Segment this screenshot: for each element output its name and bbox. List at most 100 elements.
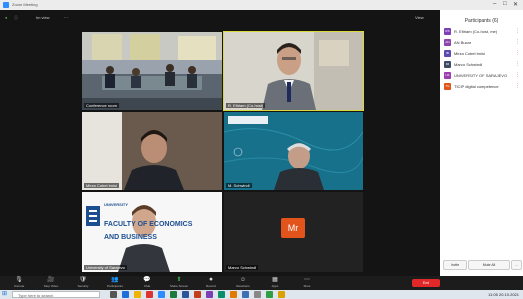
participant-row[interactable]: RS R. Eltriam (Co-host, me) ⋮ bbox=[444, 28, 520, 35]
security-button[interactable]: 🛡 Security bbox=[68, 277, 98, 289]
participant-row[interactable]: TG TICIP digital competence ⋮ bbox=[444, 83, 520, 90]
microphone-icon: 🎙 bbox=[15, 277, 23, 283]
mic-muted-icon[interactable]: ⋮ bbox=[515, 61, 520, 67]
participant-name: R. Eltriam (Co-host, me) bbox=[454, 29, 498, 34]
app-icon[interactable] bbox=[266, 291, 273, 298]
unmute-button[interactable]: 🎙 Unmute bbox=[4, 277, 34, 289]
tray-time: 11:05 bbox=[488, 292, 498, 297]
tile-name-label: Conference room bbox=[84, 103, 119, 108]
mute-all-button[interactable]: Mute All bbox=[468, 260, 510, 270]
end-meeting-button[interactable]: End bbox=[412, 279, 440, 287]
app-icon[interactable] bbox=[218, 291, 225, 298]
participant-avatar: RS bbox=[444, 28, 451, 35]
word-app-icon[interactable] bbox=[182, 291, 189, 298]
taskbar-search-input[interactable]: Type here to search bbox=[12, 291, 100, 298]
meeting-controls-bar: 🎙 Unmute 🎥 Stop Video 🛡 Security 👥 Participa… bbox=[0, 276, 523, 290]
reactions-icon: ☺ bbox=[239, 277, 247, 283]
video-tile-host[interactable]: R. Eltriam (Co-host) bbox=[223, 31, 364, 111]
minimize-icon[interactable]: – bbox=[493, 1, 496, 7]
mic-muted-icon[interactable]: ⋮ bbox=[515, 39, 520, 45]
chat-label: Chat bbox=[143, 284, 151, 288]
more-label: More bbox=[303, 284, 311, 288]
security-label: Security bbox=[77, 284, 89, 288]
camera-icon: 🎥 bbox=[47, 277, 55, 283]
tile-name-label: Mirza Cobet bnisi bbox=[84, 183, 119, 188]
powerpoint-app-icon[interactable] bbox=[194, 291, 201, 298]
system-tray: 11:05 20.10.2021 bbox=[488, 291, 519, 298]
participant-video-image bbox=[224, 112, 363, 190]
video-tile-participant[interactable]: Mirza Cobet bnisi bbox=[82, 112, 222, 190]
video-gallery: Conference room R. Eltriam (Co-host) Mir… bbox=[0, 26, 440, 276]
participants-panel-title: Participants (6) bbox=[464, 18, 499, 24]
view-button[interactable]: View bbox=[415, 15, 424, 20]
video-tile-participant[interactable]: UNIVERSITY FACULTY OF ECONOMICS AND BUSI… bbox=[82, 192, 222, 272]
shield-icon: 🛡 bbox=[79, 277, 87, 283]
participant-name: TICIP digital competence bbox=[454, 84, 499, 89]
video-tile-room[interactable]: Conference room bbox=[82, 32, 222, 110]
zoom-app-icon[interactable] bbox=[158, 291, 165, 298]
options-icon[interactable]: ⋯ bbox=[64, 15, 68, 20]
participant-row[interactable]: UK UNIVERSITY OF SARAJEVO ⋮ bbox=[444, 72, 520, 79]
more-button[interactable]: ⋯ More bbox=[292, 277, 322, 289]
chrome-browser-icon[interactable] bbox=[146, 291, 153, 298]
participant-avatar: TG bbox=[444, 83, 451, 90]
close-icon[interactable]: ✕ bbox=[513, 1, 518, 8]
participant-initials-avatar: Mr bbox=[281, 218, 305, 238]
participants-icon: 👥 bbox=[111, 277, 119, 283]
participant-avatar: MI bbox=[444, 61, 451, 68]
participants-panel: Participants (6) RS R. Eltriam (Co-host,… bbox=[440, 10, 523, 276]
app-icon[interactable] bbox=[278, 291, 285, 298]
app-icon[interactable] bbox=[230, 291, 237, 298]
view-mode-label[interactable]: Im view bbox=[36, 15, 50, 20]
more-icon: ⋯ bbox=[304, 277, 310, 283]
stop-video-button[interactable]: 🎥 Stop Video bbox=[36, 277, 66, 289]
task-view-icon[interactable] bbox=[110, 291, 117, 298]
mic-muted-icon[interactable]: ⋮ bbox=[515, 83, 520, 89]
room-video-image bbox=[82, 32, 222, 110]
participant-row[interactable]: AN AN Bucar ⋮ bbox=[444, 39, 520, 46]
file-explorer-icon[interactable] bbox=[134, 291, 141, 298]
participant-row[interactable]: IB Mirza Cobet bnisi ⋮ bbox=[444, 50, 520, 57]
encryption-shield-icon[interactable]: ● bbox=[5, 15, 7, 20]
app-icon[interactable] bbox=[242, 291, 249, 298]
app-icon[interactable] bbox=[254, 291, 261, 298]
mic-muted-icon[interactable]: ⋮ bbox=[515, 50, 520, 56]
participants-label: Participants bbox=[107, 284, 123, 288]
chat-icon: 💬 bbox=[143, 277, 151, 283]
share-screen-icon: ⬆ bbox=[176, 277, 182, 283]
apps-button[interactable]: ▦ Apps bbox=[260, 277, 290, 289]
chat-button[interactable]: 💬 Chat bbox=[132, 277, 162, 289]
video-tile-avatar[interactable]: Mr Marco Schwindl bbox=[224, 192, 363, 272]
zoom-logo-icon bbox=[3, 2, 9, 8]
participant-name: AN Bucar bbox=[454, 40, 472, 45]
excel-app-icon[interactable] bbox=[170, 291, 177, 298]
participant-name: Mirza Cobet bnisi bbox=[454, 51, 485, 56]
participant-name: UNIVERSITY OF SARAJEVO bbox=[454, 73, 508, 78]
mic-muted-icon[interactable]: ⋮ bbox=[515, 28, 520, 34]
windows-start-icon[interactable]: ⊞ bbox=[2, 291, 9, 298]
record-button[interactable]: ⏺ Record bbox=[196, 277, 226, 289]
record-icon: ⏺ bbox=[209, 277, 213, 283]
video-tile-participant[interactable]: M. Schwindl bbox=[224, 112, 363, 190]
share-screen-button[interactable]: ⬆ Share Screen bbox=[164, 277, 194, 289]
participant-row[interactable]: MI Marco Schwindl ⋮ bbox=[444, 61, 520, 68]
meeting-info-icon[interactable]: ⓘ bbox=[14, 15, 18, 20]
reactions-button[interactable]: ☺ Reactions bbox=[228, 277, 258, 289]
share-screen-label: Share Screen bbox=[169, 284, 189, 288]
participant-avatar: AN bbox=[444, 39, 451, 46]
tile-name-label: University of Sarajevo bbox=[84, 265, 127, 270]
tile-name-label: M. Schwindl bbox=[226, 183, 252, 188]
reactions-label: Reactions bbox=[236, 284, 250, 288]
maximize-icon[interactable]: □ bbox=[503, 1, 507, 7]
windows-taskbar: ⊞ Type here to search 11:05 20.10.2021 bbox=[0, 290, 523, 299]
invite-button[interactable]: Invite bbox=[443, 260, 467, 270]
participants-button[interactable]: 👥 Participants bbox=[100, 277, 130, 289]
more-options-button[interactable]: ... bbox=[511, 260, 522, 270]
record-label: Record bbox=[206, 284, 216, 288]
teams-app-icon[interactable] bbox=[206, 291, 213, 298]
unmute-label: Unmute bbox=[13, 284, 25, 288]
mic-muted-icon[interactable]: ⋮ bbox=[515, 72, 520, 78]
apps-label: Apps bbox=[271, 284, 279, 288]
meeting-top-bar: ● ⓘ Im view ⋯ View bbox=[0, 10, 440, 26]
edge-browser-icon[interactable] bbox=[122, 291, 129, 298]
